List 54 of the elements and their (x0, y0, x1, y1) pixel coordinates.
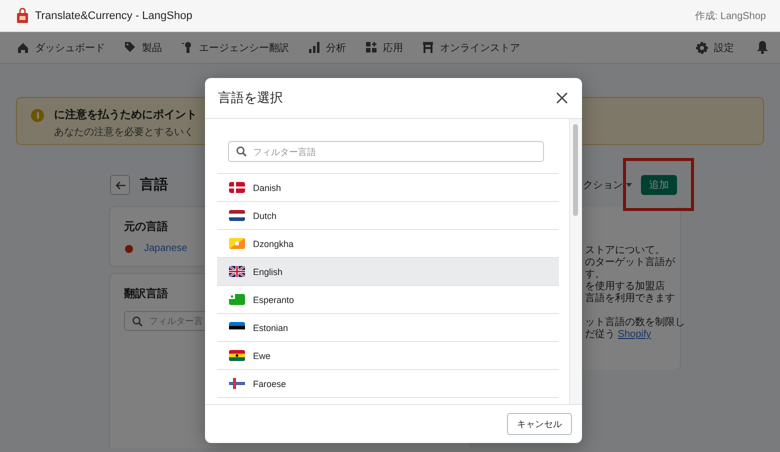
settings-icon (696, 42, 708, 54)
back-arrow-icon (114, 180, 126, 190)
info-text: 言語を利用できます (585, 293, 676, 305)
tag-icon (124, 41, 136, 54)
page-title: 言語 (140, 176, 168, 194)
language-item[interactable]: English (217, 258, 559, 286)
store-icon (422, 41, 434, 54)
info-text: ストアについて。 (585, 245, 666, 256)
nav-item[interactable]: 製品 (124, 40, 162, 54)
info-text: す。 (585, 269, 606, 281)
scrollbar[interactable] (569, 119, 582, 404)
warning-icon (31, 109, 44, 122)
actions-button[interactable]: クション (582, 178, 632, 192)
close-button[interactable] (554, 90, 570, 106)
flag-icon (229, 210, 245, 221)
banner-text: あなたの注意を必要とするいく (54, 126, 195, 139)
settings-button[interactable]: 設定 (696, 40, 734, 54)
shopify-link[interactable]: Shopify (618, 329, 652, 340)
back-button[interactable] (110, 175, 130, 195)
card-title: 元の言語 (124, 220, 168, 234)
flag-icon (229, 378, 245, 389)
card-title: 翻訳言語 (124, 286, 168, 301)
flag-icon (229, 182, 245, 193)
bar-chart-icon (308, 41, 320, 54)
flag-icon (229, 294, 245, 305)
info-text: のターゲット言語が (585, 257, 676, 269)
caret-icon (626, 183, 632, 187)
highlight-box (623, 158, 694, 211)
home-icon (17, 41, 29, 54)
info-text: だ従う (585, 329, 615, 340)
nav-item[interactable]: 応用 (365, 40, 403, 54)
author-label: 作成: LangShop (694, 10, 766, 22)
flag-icon (229, 266, 245, 277)
nav-item[interactable]: ダッシュボード (17, 40, 105, 54)
search-icon (236, 146, 247, 157)
info-text: を使用する加盟店 (585, 281, 666, 292)
app-title: Translate&Currency - LangShop (35, 10, 192, 22)
close-icon (556, 92, 568, 104)
flag-icon (229, 238, 245, 249)
flag-icon (229, 350, 245, 361)
nav-item[interactable]: 分析 (308, 40, 346, 54)
add-button[interactable]: 追加 (641, 175, 677, 195)
nav-item[interactable]: オンラインストア (422, 40, 520, 54)
nav-item[interactable]: エージェンシー翻訳 (181, 40, 289, 54)
cancel-button[interactable]: キャンセル (507, 413, 572, 435)
dialog-title: 言語を選択 (218, 89, 283, 107)
search-icon (132, 316, 143, 327)
flag-icon (125, 244, 133, 252)
apps-icon (365, 41, 377, 54)
banner-title: に注意を払うためにポイント (54, 108, 197, 122)
filter-field[interactable]: フィルター言語 (228, 141, 544, 162)
source-language-link[interactable]: Japanese (144, 243, 188, 254)
shopping-bag-icon (16, 8, 29, 24)
bell-icon[interactable] (757, 41, 768, 54)
